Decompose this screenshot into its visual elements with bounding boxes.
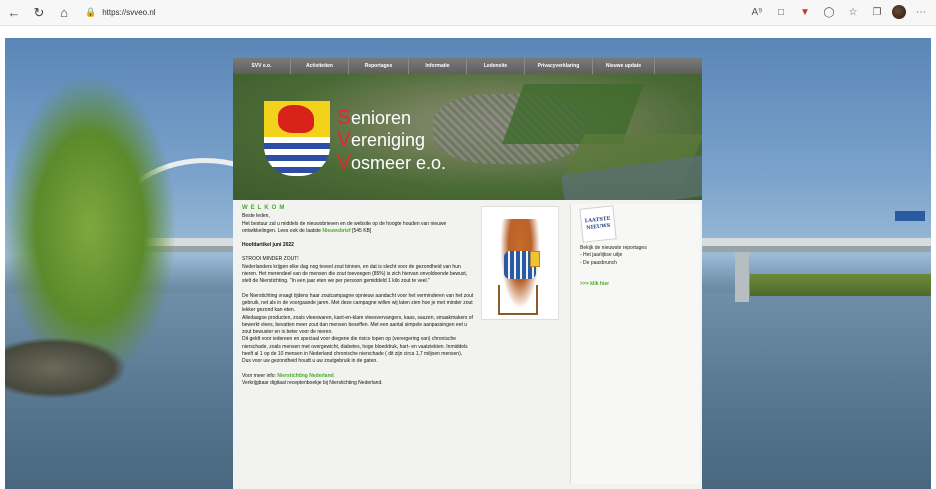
welcome-heading: WELKOM — [242, 205, 288, 211]
banner-title-line1: Senioren — [337, 106, 412, 129]
lock-icon: 🔒 — [85, 7, 97, 17]
intro-paragraph: Het bestuur zal u middels de nieuwsbriev… — [242, 220, 447, 234]
article-subheading: STROOI MINDER ZOUT! — [242, 256, 299, 263]
more-info: Voor meer info: Nierstichting Nederland — [242, 372, 334, 379]
browser-toolbar: ← ↻ ⌂ 🔒 https://svveo.nl A⁹ □ ▼ ◯ ☆ ❐ ⋯ — [0, 0, 936, 26]
banner-title-line2: Vereniging — [337, 128, 426, 151]
article-heading: Hoofdartikel juni 2022 — [242, 242, 294, 249]
road-sign — [895, 211, 925, 221]
beer-icon — [530, 251, 540, 267]
sidebar-text: Bekijk de nieuwste reportages - Het jaar… — [580, 245, 647, 266]
chair-icon — [498, 285, 538, 315]
nav-item-nieuwe-update[interactable]: Nieuwe update — [593, 58, 655, 74]
home-icon[interactable]: ⌂ — [53, 2, 75, 24]
sidebar: LAATSTE NIEUWS Bekijk de nieuwste report… — [570, 204, 700, 484]
article-paragraph: Nederlanders krijgen elke dag nog teveel… — [242, 263, 468, 285]
nav-item-reportages[interactable]: Reportages — [349, 58, 409, 74]
nav-item-ledensite[interactable]: Ledensite — [467, 58, 525, 74]
page-content: WELKOM Beste leden, Het bestuur zal u mi… — [233, 200, 702, 489]
avatar[interactable] — [892, 5, 906, 19]
tab-icon[interactable]: □ — [772, 3, 790, 21]
address-bar[interactable]: 🔒 https://svveo.nl — [85, 4, 156, 22]
nav-item-svv[interactable]: SVV e.o. — [233, 58, 291, 74]
more-icon[interactable]: ⋯ — [912, 3, 930, 21]
article-paragraph: Dit geldt voor iedereen en speciaal voor… — [242, 336, 468, 358]
nav-item-activiteiten[interactable]: Activiteiten — [291, 58, 349, 74]
page-viewport: SVV e.o. Activiteiten Reportages Informa… — [0, 27, 936, 489]
nav-item-privacyverklaring[interactable]: Privacyverklaring — [525, 58, 593, 74]
banner-title-line3: Vosmeer e.o. — [337, 151, 447, 174]
nav-item-informatie[interactable]: Informatie — [409, 58, 467, 74]
nierstichting-link[interactable]: Nierstichting Nederland — [277, 373, 333, 379]
lion-icon — [278, 105, 314, 133]
main-navigation: SVV e.o. Activiteiten Reportages Informa… — [233, 58, 702, 74]
shore — [750, 274, 931, 296]
header-banner: Senioren Vereniging Vosmeer e.o. — [233, 74, 702, 200]
favorites-icon[interactable]: ☆ — [844, 3, 862, 21]
fox-mascot-image — [481, 206, 559, 320]
bridge-pillar — [735, 252, 749, 302]
circle-icon[interactable]: ◯ — [820, 3, 838, 21]
collections-icon[interactable]: ❐ — [868, 3, 886, 21]
extension-icon[interactable]: ▼ — [796, 3, 814, 21]
refresh-icon[interactable]: ↻ — [28, 2, 50, 24]
tree — [5, 78, 175, 378]
site-container: SVV e.o. Activiteiten Reportages Informa… — [233, 58, 702, 489]
address-url: https://svveo.nl — [102, 8, 156, 17]
article-paragraph: De Nierstichting vraagt tijdens haar zou… — [242, 292, 474, 314]
recipe-note: Verkrijgbaar digitaal receptenboekje bij… — [242, 379, 383, 386]
greeting: Beste leden, — [242, 213, 270, 220]
rocks — [5, 338, 125, 398]
waves-icon — [264, 137, 330, 176]
read-aloud-icon[interactable]: A⁹ — [748, 3, 766, 21]
club-logo — [264, 101, 330, 176]
article-paragraph: Dus voor uw gezondheid houdt u uw zoutge… — [242, 358, 378, 365]
article-paragraph: Alledaagse producten, zoals vleeswaren, … — [242, 314, 473, 336]
latest-news-badge[interactable]: LAATSTE NIEUWS — [579, 205, 617, 243]
sidebar-link[interactable]: >>> klik hier — [580, 281, 609, 287]
back-icon[interactable]: ← — [3, 2, 25, 24]
newsletter-link[interactable]: Nieuwsbrief — [322, 228, 350, 234]
main-article: WELKOM Beste leden, Het bestuur zal u mi… — [242, 205, 474, 387]
